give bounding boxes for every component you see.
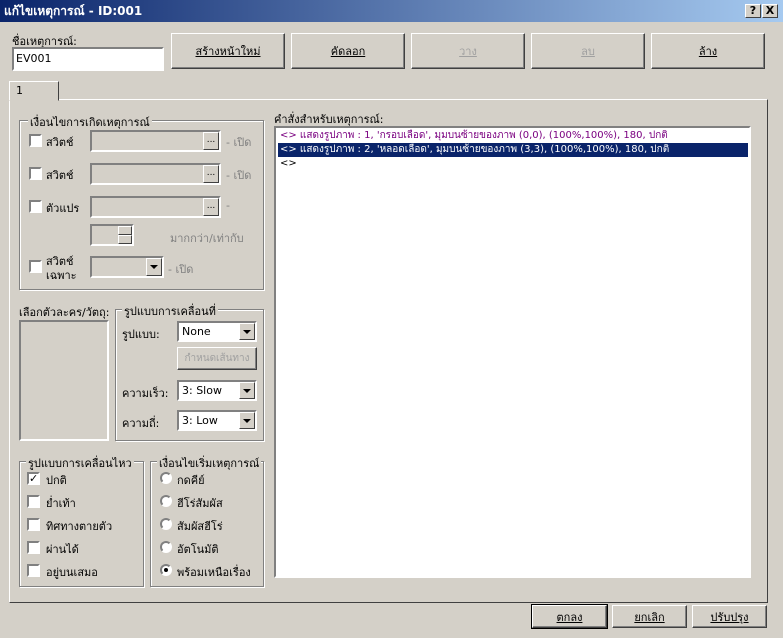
switch1-label: สวิตช์ bbox=[46, 136, 74, 149]
command-row-text: <> bbox=[280, 158, 297, 169]
move-type-label: รูปแบบ: bbox=[122, 328, 160, 341]
ok-button[interactable]: ตกลง bbox=[531, 604, 608, 629]
trigger-action-radio[interactable] bbox=[160, 472, 172, 484]
move-route-button[interactable]: กำหนดเส้นทาง bbox=[177, 347, 257, 370]
radio-selected-dot bbox=[164, 568, 168, 572]
event-name-input[interactable]: EV001 bbox=[12, 47, 164, 71]
option-passable-checkbox[interactable] bbox=[27, 541, 40, 554]
trigger-parallel-radio[interactable] bbox=[160, 564, 172, 576]
variable-field bbox=[90, 196, 221, 218]
paste-page-button[interactable]: วาง bbox=[411, 33, 525, 69]
movement-options-title: รูปแบบการเคลื่อนไหว bbox=[26, 454, 134, 472]
command-row-text: <> แสดงรูปภาพ : 2, 'หลอดเลือด', มุมบนซ้า… bbox=[280, 144, 670, 155]
self-switch-suffix: - เปิด bbox=[168, 263, 194, 276]
switch2-checkbox[interactable] bbox=[29, 167, 42, 180]
command-row-selected[interactable]: <> แสดงรูปภาพ : 2, 'หลอดเลือด', มุมบนซ้า… bbox=[277, 142, 749, 158]
command-row[interactable]: <> bbox=[278, 157, 748, 171]
move-type-value: None bbox=[182, 325, 211, 338]
tab-page-1[interactable]: 1 bbox=[9, 81, 59, 101]
spinner-up-icon[interactable] bbox=[118, 226, 132, 235]
window-title: แก้ไขเหตุการณ์ - ID:001 bbox=[4, 4, 143, 18]
delete-page-button[interactable]: ลบ bbox=[531, 33, 645, 69]
self-switch-dropdown-icon[interactable] bbox=[146, 258, 162, 276]
copy-page-button[interactable]: คัดลอก bbox=[291, 33, 405, 69]
option-always-top-label: อยู่บนเสมอ bbox=[46, 566, 98, 579]
option-passable-label: ผ่านได้ bbox=[46, 543, 79, 556]
move-type-dropdown-icon[interactable] bbox=[239, 323, 255, 340]
title-bar: แก้ไขเหตุการณ์ - ID:001 bbox=[0, 0, 783, 22]
trigger-event-touch-radio[interactable] bbox=[160, 518, 172, 530]
graphic-label: เลือกตัวละคร/วัตถุ: bbox=[19, 306, 110, 319]
option-stepping-label: ย่ำเท้า bbox=[46, 497, 76, 510]
move-freq-label: ความถี่: bbox=[122, 417, 160, 430]
trigger-player-touch-radio[interactable] bbox=[160, 495, 172, 507]
trigger-autorun-radio[interactable] bbox=[160, 541, 172, 553]
command-row[interactable]: <> แสดงรูปภาพ : 1, 'กรอบเลือด', มุมบนซ้า… bbox=[278, 129, 748, 143]
trigger-player-touch-label: ฮีโร่สัมผัส bbox=[177, 497, 223, 510]
option-fixed-direction-label: ทิศทางตายตัว bbox=[46, 520, 113, 533]
trigger-title: เงื่อนไขเริ่มเหตุการณ์ bbox=[157, 454, 262, 472]
option-stepping-checkbox[interactable] bbox=[27, 495, 40, 508]
trigger-action-label: กดคีย์ bbox=[177, 474, 205, 487]
trigger-parallel-label: พร้อมเหนือเรื่อง bbox=[177, 566, 251, 579]
switch1-browse-button[interactable]: ... bbox=[203, 132, 219, 150]
switch1-field bbox=[90, 130, 221, 152]
move-speed-label: ความเร็ว: bbox=[122, 387, 169, 400]
spinner-down-icon[interactable] bbox=[118, 235, 132, 244]
switch2-label: สวิตช์ bbox=[46, 169, 74, 182]
compare-label: มากกว่า/เท่ากับ bbox=[170, 232, 244, 245]
trigger-autorun-label: อัตโนมัติ bbox=[177, 543, 219, 556]
close-button[interactable]: X bbox=[762, 4, 778, 18]
commands-list[interactable]: <> แสดงรูปภาพ : 1, 'กรอบเลือด', มุมบนซ้า… bbox=[274, 126, 751, 578]
switch1-suffix: - เปิด bbox=[226, 136, 252, 149]
move-speed-dropdown-icon[interactable] bbox=[239, 382, 255, 399]
variable-browse-button[interactable]: ... bbox=[203, 198, 219, 216]
command-row-text: <> แสดงรูปภาพ : 1, 'กรอบเลือด', มุมบนซ้า… bbox=[280, 130, 668, 141]
option-always-top-checkbox[interactable] bbox=[27, 564, 40, 577]
self-switch-label-2: เฉพาะ bbox=[46, 269, 77, 282]
movement-pattern-title: รูปแบบการเคลื่อนที่ bbox=[122, 302, 218, 320]
apply-button[interactable]: ปรับปรุง bbox=[692, 605, 767, 628]
clear-page-button[interactable]: ล้าง bbox=[651, 33, 765, 69]
switch2-browse-button[interactable]: ... bbox=[203, 165, 219, 183]
graphic-preview[interactable] bbox=[19, 320, 109, 441]
switch2-field bbox=[90, 163, 221, 185]
help-button[interactable]: ? bbox=[745, 4, 761, 18]
move-freq-value: 3: Low bbox=[182, 414, 218, 427]
switch1-checkbox[interactable] bbox=[29, 134, 42, 147]
option-normal-label: ปกติ bbox=[46, 474, 67, 487]
option-normal-checkbox[interactable]: ✓ bbox=[27, 472, 40, 485]
move-speed-value: 3: Slow bbox=[182, 384, 222, 397]
conditions-title: เงื่อนไขการเกิดเหตุการณ์ bbox=[28, 113, 152, 131]
variable-checkbox[interactable] bbox=[29, 200, 42, 213]
variable-label: ตัวแปร bbox=[46, 202, 80, 215]
tab-label: 1 bbox=[16, 84, 23, 97]
variable-suffix: - bbox=[226, 199, 230, 212]
move-freq-dropdown-icon[interactable] bbox=[239, 412, 255, 429]
option-fixed-direction-checkbox[interactable] bbox=[27, 518, 40, 531]
cancel-button[interactable]: ยกเลิก bbox=[612, 605, 687, 628]
switch2-suffix: - เปิด bbox=[226, 169, 252, 182]
new-page-button[interactable]: สร้างหน้าใหม่ bbox=[171, 33, 285, 69]
self-switch-checkbox[interactable] bbox=[29, 260, 42, 273]
trigger-event-touch-label: สัมผัสฮีโร่ bbox=[177, 520, 223, 533]
